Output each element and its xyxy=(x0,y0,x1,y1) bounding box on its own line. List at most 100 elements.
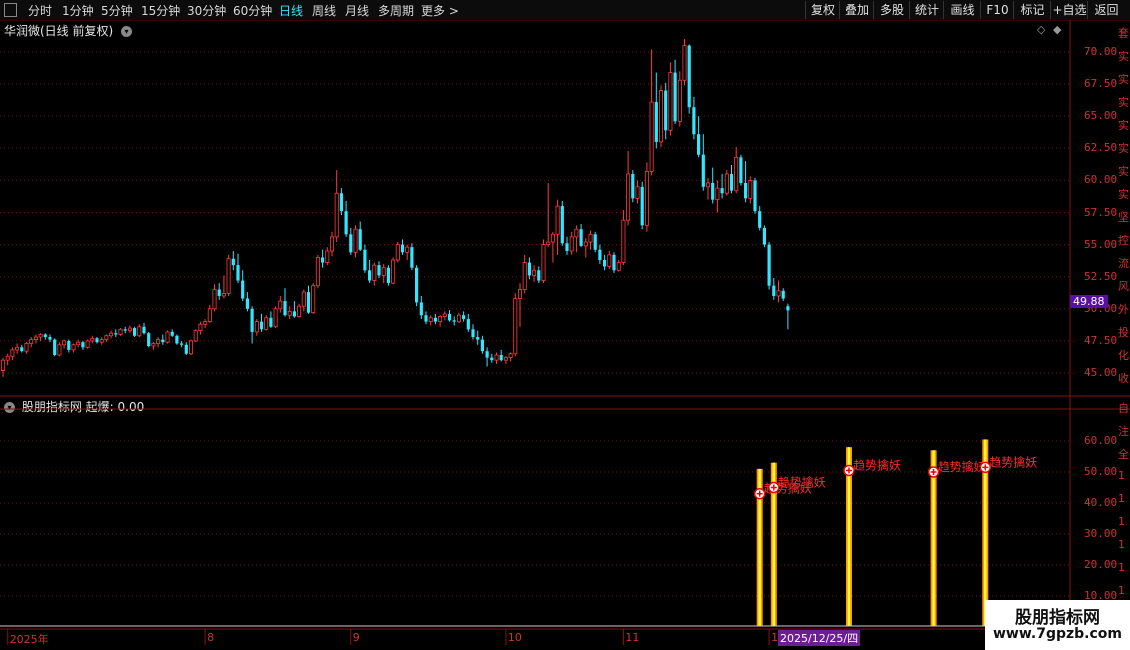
candle-body xyxy=(264,317,269,330)
side-panel-char: 实 xyxy=(1118,96,1129,109)
candle-body xyxy=(10,349,15,357)
candle-body xyxy=(259,321,264,330)
candle-body xyxy=(137,326,142,337)
indicator-tick-label: 40.00 xyxy=(1084,496,1118,509)
indicator-tick-label: 60.00 xyxy=(1084,434,1118,447)
candle-body xyxy=(48,337,52,340)
indicator-tick-label: 20.00 xyxy=(1084,558,1118,571)
price-tick-label: 47.50 xyxy=(1084,333,1118,347)
candle-body xyxy=(748,179,753,199)
candle-body xyxy=(95,338,99,343)
candle-body xyxy=(175,335,179,344)
candle-body xyxy=(664,90,668,131)
candle-body xyxy=(123,329,127,331)
candle-body xyxy=(734,156,739,192)
candle-body xyxy=(758,211,762,228)
price-tick-label: 62.50 xyxy=(1084,141,1118,155)
candle-body xyxy=(565,243,569,252)
indicator-tick-label: 50.00 xyxy=(1084,465,1118,478)
candle-body xyxy=(550,233,555,243)
date-tick-label: 8 xyxy=(207,631,215,644)
signal-bars: 趋势擒妖趋势擒妖趋势擒妖 趋势擒妖 趋势擒妖 xyxy=(753,439,1037,626)
candle-body xyxy=(682,45,687,81)
candle-body xyxy=(349,234,353,253)
candle-body xyxy=(38,334,43,338)
candle-body xyxy=(236,265,240,281)
candle-body xyxy=(697,134,701,155)
candle-body xyxy=(494,354,499,361)
candle-body xyxy=(109,332,114,337)
candle-body xyxy=(476,337,480,340)
candle-body xyxy=(598,249,602,261)
candle-body xyxy=(490,357,494,361)
candle-body xyxy=(677,79,682,122)
date-tick-label: 9 xyxy=(352,631,360,644)
kline-chart[interactable]: 趋势擒妖趋势擒妖趋势擒妖 趋势擒妖 趋势擒妖 xyxy=(0,0,1130,650)
candle-body xyxy=(5,355,10,361)
candle-body xyxy=(147,333,151,347)
candle-body xyxy=(358,229,362,250)
candle-body xyxy=(329,236,334,252)
candle-body xyxy=(560,206,564,244)
candle-body xyxy=(659,90,664,143)
indicator-tick-label: 30.00 xyxy=(1084,527,1118,540)
candle-body xyxy=(781,290,785,299)
candle-body xyxy=(649,101,654,172)
candle-body xyxy=(405,246,410,253)
candle-body xyxy=(471,329,475,338)
candle-body xyxy=(701,154,705,187)
candle-body xyxy=(462,315,466,320)
side-panel-char: 实 xyxy=(1118,119,1129,132)
watermark-url: www.7gpzb.com xyxy=(992,626,1122,642)
candle-body xyxy=(466,319,470,330)
candle-body xyxy=(391,259,396,284)
candle-body xyxy=(377,265,381,276)
price-tick-label: 57.50 xyxy=(1084,205,1118,219)
current-price-tag: 49.88 xyxy=(1070,295,1108,308)
date-tick-label: 2025年 xyxy=(9,633,49,646)
candle-body xyxy=(654,102,658,142)
candle-body xyxy=(170,331,174,336)
candle-body xyxy=(53,339,57,356)
candle-body xyxy=(593,234,597,250)
candle-body xyxy=(161,339,165,343)
candle-body xyxy=(15,346,20,351)
side-panel-char: 1 xyxy=(1118,515,1125,528)
candle-body xyxy=(433,317,437,322)
candle-body xyxy=(114,333,118,335)
candle-body xyxy=(62,340,67,346)
candle-body xyxy=(626,173,631,221)
candle-body xyxy=(640,186,644,226)
candle-body xyxy=(67,340,71,350)
candle-body xyxy=(221,292,226,297)
candle-body xyxy=(43,334,47,338)
candle-body xyxy=(287,310,292,316)
candle-body xyxy=(217,289,221,296)
candle-body xyxy=(57,344,62,356)
side-panel-char: 自 xyxy=(1118,402,1129,415)
candle-body xyxy=(485,351,489,358)
candle-body xyxy=(99,339,104,343)
candle-body xyxy=(386,267,390,284)
candles xyxy=(0,39,790,377)
candle-body xyxy=(133,328,137,336)
grid xyxy=(0,51,1070,597)
candle-body xyxy=(381,267,386,276)
candle-body xyxy=(532,269,537,276)
candle-body xyxy=(574,228,579,238)
candle-body xyxy=(424,315,428,322)
candle-body xyxy=(301,291,306,307)
candle-body xyxy=(513,298,518,355)
candle-body xyxy=(546,241,551,245)
candle-body xyxy=(321,257,325,263)
candle-body xyxy=(344,211,348,235)
candle-body xyxy=(480,339,484,352)
candle-body xyxy=(762,227,766,245)
side-panel-char: 1 xyxy=(1118,584,1125,597)
candle-body xyxy=(499,355,503,361)
side-panel-char: 风 xyxy=(1118,280,1129,293)
candle-body xyxy=(447,313,452,321)
candle-body xyxy=(456,314,461,323)
candle-body xyxy=(142,326,146,334)
candle-body xyxy=(156,339,161,344)
